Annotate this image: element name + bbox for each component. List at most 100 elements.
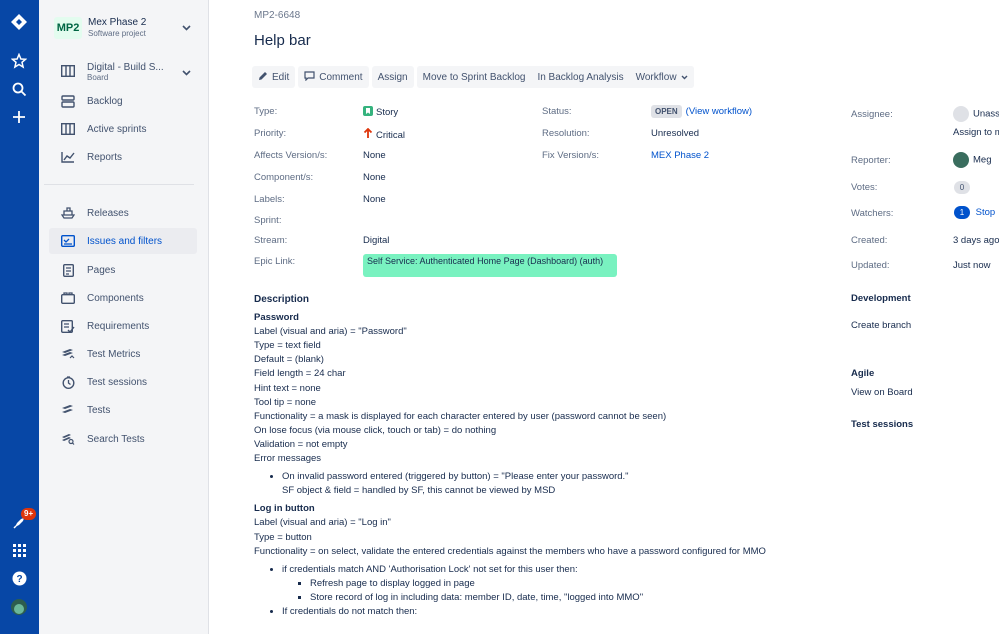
board-icon xyxy=(60,64,76,80)
assign-button[interactable]: Assign xyxy=(371,66,414,88)
pencil-icon xyxy=(258,71,268,84)
sidebar-item-releases[interactable]: Releases xyxy=(49,200,197,226)
jira-logo-icon[interactable] xyxy=(8,11,30,33)
list-item: On invalid password entered (triggered b… xyxy=(282,470,834,498)
affects-version-label: Affects Version/s: xyxy=(254,150,328,161)
issue-toolbar: Edit Comment Assign Move to Sprint Backl… xyxy=(252,66,694,88)
sprint-label: Sprint: xyxy=(254,215,282,226)
edit-button[interactable]: Edit xyxy=(252,66,296,88)
fix-version-link[interactable]: MEX Phase 2 xyxy=(651,150,709,161)
chevron-down-icon xyxy=(681,72,688,83)
sidebar-item-test-sessions[interactable]: Test sessions xyxy=(49,369,197,395)
in-backlog-analysis-button[interactable]: In Backlog Analysis xyxy=(531,66,630,88)
reporter-value[interactable]: Meg xyxy=(953,152,991,168)
star-icon[interactable] xyxy=(8,50,30,72)
chart-icon xyxy=(59,148,77,166)
login-button-heading: Log in button xyxy=(254,503,315,515)
resolution-label: Resolution: xyxy=(542,128,590,139)
stop-watching-link[interactable]: Stop xyxy=(976,207,996,218)
list-item: Store record of log in including data: m… xyxy=(310,591,834,605)
stream-value[interactable]: Digital xyxy=(363,235,389,246)
type-value[interactable]: Story xyxy=(363,106,398,118)
sidebar-item-backlog[interactable]: Backlog xyxy=(49,88,197,114)
priority-value[interactable]: Critical xyxy=(363,127,405,141)
workflow-dropdown[interactable]: Workflow xyxy=(629,66,694,88)
sidebar-item-active-sprints[interactable]: Active sprints xyxy=(49,116,197,142)
desc-line: Type = text field xyxy=(254,340,321,352)
created-value: 3 days ago xyxy=(953,235,999,246)
create-plus-icon[interactable] xyxy=(8,106,30,128)
sidebar-item-issues-and-filters[interactable]: Issues and filters xyxy=(49,228,197,254)
sidebar-divider xyxy=(44,184,194,185)
app-switcher-icon[interactable] xyxy=(8,539,30,561)
desc-line: Type = button xyxy=(254,531,312,543)
labels-value[interactable]: None xyxy=(363,194,386,205)
list-item: If credentials do not match then: xyxy=(282,605,834,619)
epic-link-label: Epic Link: xyxy=(254,256,296,267)
sidebar-item-components[interactable]: Components xyxy=(49,285,197,311)
notification-badge: 9+ xyxy=(21,508,37,520)
watchers-label: Watchers: xyxy=(851,208,894,219)
list-item-text: if credentials match AND 'Authorisation … xyxy=(282,563,578,575)
search-icon[interactable] xyxy=(8,78,30,100)
components-value[interactable]: None xyxy=(363,172,386,183)
sidebar-item-label: Backlog xyxy=(87,95,123,107)
user-avatar-icon[interactable] xyxy=(8,596,30,618)
sidebar-item-search-tests[interactable]: Search Tests xyxy=(49,426,197,452)
view-on-board-link[interactable]: View on Board xyxy=(851,387,913,398)
project-name: Mex Phase 2 xyxy=(88,17,147,28)
reporter-label: Reporter: xyxy=(851,155,891,166)
move-to-sprint-backlog-button[interactable]: Move to Sprint Backlog xyxy=(416,66,532,88)
edit-label: Edit xyxy=(272,71,290,83)
comment-label: Comment xyxy=(319,71,363,83)
watchers-value[interactable]: 1 Stop xyxy=(954,206,995,219)
issue-key-breadcrumb[interactable]: MP2-6648 xyxy=(254,10,300,21)
project-type: Software project xyxy=(88,29,146,38)
board-switcher[interactable]: Digital - Build S... Board xyxy=(54,60,204,84)
chevron-down-icon[interactable] xyxy=(182,23,191,33)
comment-button[interactable]: Comment xyxy=(298,66,369,88)
sidebar-item-label: Components xyxy=(87,292,144,304)
test-sessions-icon xyxy=(59,373,77,391)
status-value: OPEN (View workflow) xyxy=(651,105,752,118)
epic-link-lozenge[interactable]: Self Service: Authenticated Home Page (D… xyxy=(363,254,617,277)
reporter-text: Meg xyxy=(973,154,992,166)
status-label: Status: xyxy=(542,106,572,117)
stream-label: Stream: xyxy=(254,235,288,246)
sidebar-item-pages[interactable]: Pages xyxy=(49,257,197,283)
desc-line: Label (visual and aria) = "Log in" xyxy=(254,517,391,529)
type-label: Type: xyxy=(254,106,278,117)
chevron-down-icon[interactable] xyxy=(182,68,191,78)
help-icon[interactable]: ? xyxy=(8,567,30,589)
login-list: if credentials match AND 'Authorisation … xyxy=(282,563,834,619)
sidebar-item-label: Reports xyxy=(87,151,123,163)
desc-line: Validation = not empty xyxy=(254,438,348,450)
board-icon xyxy=(59,120,77,138)
affects-version-value[interactable]: None xyxy=(363,150,386,161)
votes-value[interactable]: 0 xyxy=(954,181,970,194)
description-heading: Description xyxy=(254,294,310,305)
assignee-value[interactable]: Unass xyxy=(953,106,999,122)
updated-label: Updated: xyxy=(851,260,890,271)
test-sessions-heading: Test sessions xyxy=(851,419,914,430)
sidebar-item-requirements[interactable]: Requirements xyxy=(49,313,197,339)
updated-value: Just now xyxy=(953,260,991,271)
sidebar-item-tests[interactable]: Tests xyxy=(49,397,197,423)
sidebar-item-label: Test Metrics xyxy=(87,348,141,360)
svg-text:?: ? xyxy=(16,574,22,585)
assign-to-me-link[interactable]: Assign to m xyxy=(953,127,999,138)
status-badge[interactable]: OPEN xyxy=(651,105,682,118)
sidebar-item-reports[interactable]: Reports xyxy=(49,144,197,170)
labels-label: Labels: xyxy=(254,194,285,205)
development-heading: Development xyxy=(851,293,911,304)
create-branch-link[interactable]: Create branch xyxy=(851,320,911,331)
project-header[interactable]: MP2 Mex Phase 2 Software project xyxy=(54,14,204,44)
votes-label: Votes: xyxy=(851,182,878,193)
desc-line: On lose focus (via mouse click, touch or… xyxy=(254,424,497,436)
view-workflow-link[interactable]: (View workflow) xyxy=(686,106,752,117)
sidebar-item-test-metrics[interactable]: Test Metrics xyxy=(49,341,197,367)
components-label: Component/s: xyxy=(254,172,314,183)
board-type: Board xyxy=(87,73,109,82)
error-list: On invalid password entered (triggered b… xyxy=(282,470,834,498)
issue-title[interactable]: Help bar xyxy=(254,32,311,49)
